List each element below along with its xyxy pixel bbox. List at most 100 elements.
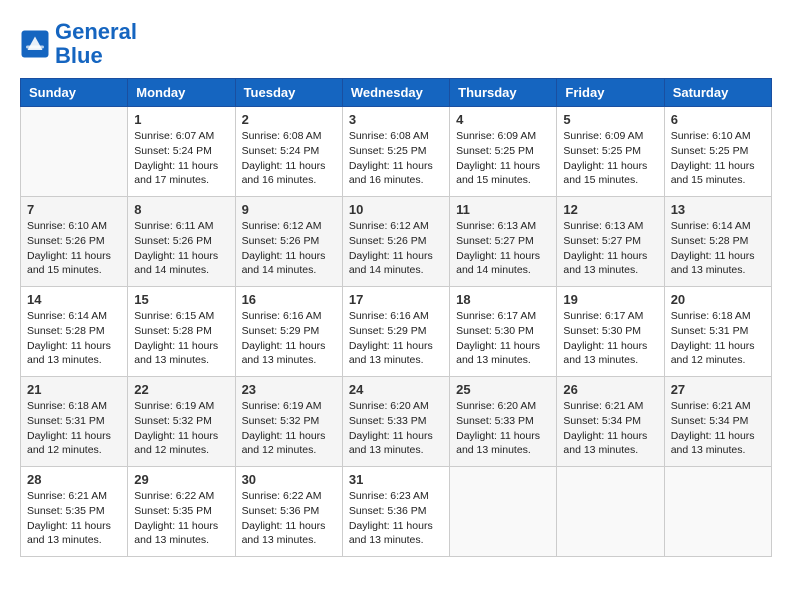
sunset-label: Sunset: 5:30 PM [456,325,534,337]
calendar-cell: 1Sunrise: 6:07 AMSunset: 5:24 PMDaylight… [128,107,235,197]
sunrise-label: Sunrise: 6:20 AM [349,400,429,412]
day-info: Sunrise: 6:21 AMSunset: 5:34 PMDaylight:… [563,399,657,458]
day-number: 16 [242,292,336,307]
sunset-label: Sunset: 5:35 PM [134,505,212,517]
sunrise-label: Sunrise: 6:14 AM [27,310,107,322]
calendar-cell: 29Sunrise: 6:22 AMSunset: 5:35 PMDayligh… [128,467,235,557]
daylight-label: Daylight: 11 hours and 15 minutes. [27,250,111,277]
sunrise-label: Sunrise: 6:19 AM [134,400,214,412]
sunrise-label: Sunrise: 6:23 AM [349,490,429,502]
daylight-label: Daylight: 11 hours and 12 minutes. [671,340,755,367]
sunset-label: Sunset: 5:25 PM [671,145,749,157]
day-info: Sunrise: 6:15 AMSunset: 5:28 PMDaylight:… [134,309,228,368]
day-number: 8 [134,202,228,217]
day-number: 23 [242,382,336,397]
day-number: 1 [134,112,228,127]
calendar-cell: 3Sunrise: 6:08 AMSunset: 5:25 PMDaylight… [342,107,449,197]
week-row-3: 14Sunrise: 6:14 AMSunset: 5:28 PMDayligh… [21,287,772,377]
sunset-label: Sunset: 5:26 PM [27,235,105,247]
daylight-label: Daylight: 11 hours and 13 minutes. [456,340,540,367]
calendar-cell: 4 Sunrise: 6:09 AMSunset: 5:25 PMDaylight… [450,107,557,197]
logo-icon [20,29,50,59]
calendar-cell: 12Sunrise: 6:13 AMSunset: 5:27 PMDayligh… [557,197,664,287]
day-info: Sunrise: 6:12 AMSunset: 5:26 PMDaylight:… [349,219,443,278]
daylight-label: Daylight: 11 hours and 13 minutes. [563,430,647,457]
sunset-label: Sunset: 5:26 PM [349,235,427,247]
calendar-cell: 8Sunrise: 6:11 AMSunset: 5:26 PMDaylight… [128,197,235,287]
calendar-cell [664,467,771,557]
daylight-label: Daylight: 11 hours and 14 minutes. [456,250,540,277]
calendar-cell: 15Sunrise: 6:15 AMSunset: 5:28 PMDayligh… [128,287,235,377]
logo-blue: Blue [55,43,103,68]
week-row-1: 1Sunrise: 6:07 AMSunset: 5:24 PMDaylight… [21,107,772,197]
day-info: Sunrise: 6:21 AMSunset: 5:34 PMDaylight:… [671,399,765,458]
sunset-label: Sunset: 5:32 PM [134,415,212,427]
calendar-cell: 6Sunrise: 6:10 AMSunset: 5:25 PMDaylight… [664,107,771,197]
sunset-label: Sunset: 5:26 PM [134,235,212,247]
sunset-label: Sunset: 5:29 PM [349,325,427,337]
daylight-label: Daylight: 11 hours and 16 minutes. [349,160,433,187]
sunrise-label: Sunrise: 6:22 AM [134,490,214,502]
daylight-label: Daylight: 11 hours and 13 minutes. [349,430,433,457]
calendar-cell: 28Sunrise: 6:21 AMSunset: 5:35 PMDayligh… [21,467,128,557]
header: General Blue [20,20,772,68]
day-info: Sunrise: 6:09 AMSunset: 5:25 PMDaylight:… [456,129,550,188]
daylight-label: Daylight: 11 hours and 15 minutes. [456,160,540,187]
sunrise-label: Sunrise: 6:12 AM [242,220,322,232]
day-number: 11 [456,202,550,217]
day-info: Sunrise: 6:18 AMSunset: 5:31 PMDaylight:… [27,399,121,458]
daylight-label: Daylight: 11 hours and 13 minutes. [671,430,755,457]
weekday-header-thursday: Thursday [450,79,557,107]
day-info: Sunrise: 6:19 AMSunset: 5:32 PMDaylight:… [134,399,228,458]
daylight-label: Daylight: 11 hours and 12 minutes. [27,430,111,457]
weekday-header-monday: Monday [128,79,235,107]
sunrise-label: Sunrise: 6:09 AM [456,130,536,142]
sunset-label: Sunset: 5:25 PM [563,145,641,157]
day-info: Sunrise: 6:13 AMSunset: 5:27 PMDaylight:… [563,219,657,278]
sunrise-label: Sunrise: 6:10 AM [671,130,751,142]
sunrise-label: Sunrise: 6:15 AM [134,310,214,322]
sunset-label: Sunset: 5:33 PM [456,415,534,427]
calendar-cell [557,467,664,557]
day-info: Sunrise: 6:10 AMSunset: 5:26 PMDaylight:… [27,219,121,278]
weekday-header-sunday: Sunday [21,79,128,107]
day-info: Sunrise: 6:13 AMSunset: 5:27 PMDaylight:… [456,219,550,278]
day-number: 21 [27,382,121,397]
sunrise-label: Sunrise: 6:17 AM [563,310,643,322]
day-number: 25 [456,382,550,397]
calendar: SundayMondayTuesdayWednesdayThursdayFrid… [20,78,772,557]
day-number: 9 [242,202,336,217]
logo: General Blue [20,20,137,68]
sunset-label: Sunset: 5:31 PM [27,415,105,427]
day-number: 18 [456,292,550,307]
daylight-label: Daylight: 11 hours and 13 minutes. [242,340,326,367]
daylight-label: Daylight: 11 hours and 12 minutes. [242,430,326,457]
sunrise-label: Sunrise: 6:08 AM [349,130,429,142]
calendar-cell: 23 Sunrise: 6:19 AMSunset: 5:32 PMDayligh… [235,377,342,467]
calendar-cell: 5Sunrise: 6:09 AMSunset: 5:25 PMDaylight… [557,107,664,197]
week-row-4: 21 Sunrise: 6:18 AMSunset: 5:31 PMDayligh… [21,377,772,467]
sunrise-label: Sunrise: 6:07 AM [134,130,214,142]
day-info: Sunrise: 6:22 AMSunset: 5:36 PMDaylight:… [242,489,336,548]
sunrise-label: Sunrise: 6:08 AM [242,130,322,142]
day-info: Sunrise: 6:14 AMSunset: 5:28 PMDaylight:… [27,309,121,368]
day-info: Sunrise: 6:19 AMSunset: 5:32 PMDaylight:… [242,399,336,458]
calendar-cell: 30Sunrise: 6:22 AMSunset: 5:36 PMDayligh… [235,467,342,557]
calendar-cell: 27Sunrise: 6:21 AMSunset: 5:34 PMDayligh… [664,377,771,467]
day-number: 22 [134,382,228,397]
day-number: 4 [456,112,550,127]
sunrise-label: Sunrise: 6:22 AM [242,490,322,502]
sunset-label: Sunset: 5:33 PM [349,415,427,427]
sunset-label: Sunset: 5:28 PM [27,325,105,337]
calendar-cell: 18Sunrise: 6:17 AMSunset: 5:30 PMDayligh… [450,287,557,377]
week-row-2: 7Sunrise: 6:10 AMSunset: 5:26 PMDaylight… [21,197,772,287]
sunrise-label: Sunrise: 6:21 AM [671,400,751,412]
sunrise-label: Sunrise: 6:13 AM [456,220,536,232]
day-number: 17 [349,292,443,307]
sunrise-label: Sunrise: 6:20 AM [456,400,536,412]
sunset-label: Sunset: 5:36 PM [242,505,320,517]
sunrise-label: Sunrise: 6:14 AM [671,220,751,232]
day-number: 26 [563,382,657,397]
daylight-label: Daylight: 11 hours and 13 minutes. [563,340,647,367]
sunrise-label: Sunrise: 6:18 AM [671,310,751,322]
